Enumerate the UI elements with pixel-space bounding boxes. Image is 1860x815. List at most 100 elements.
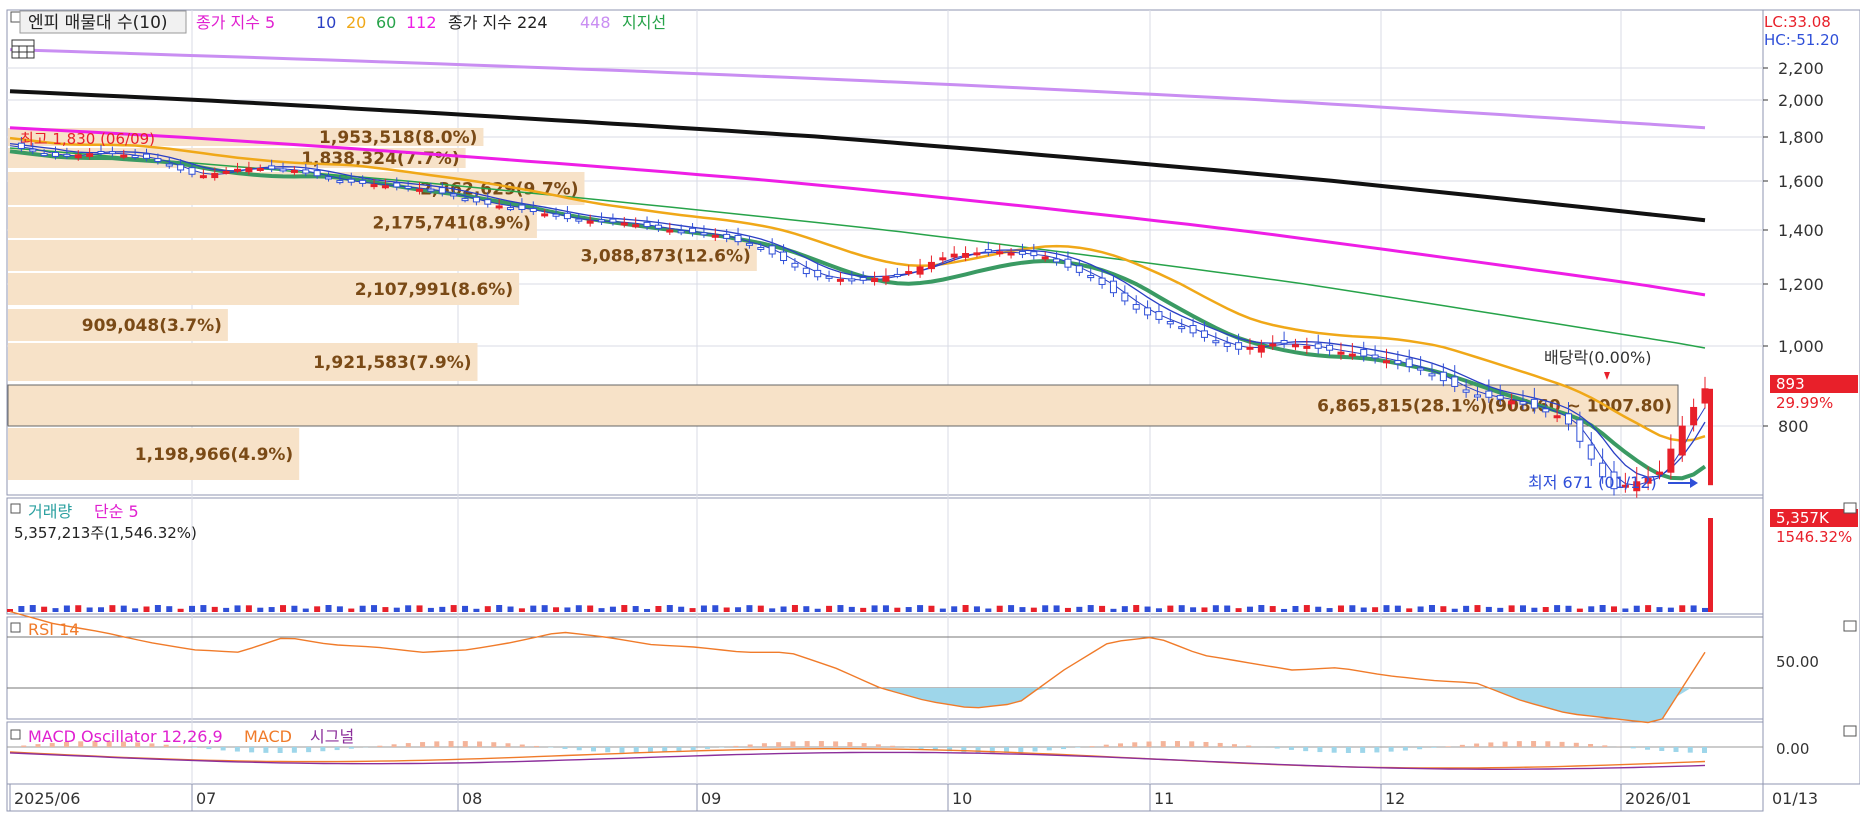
x-tick-label-0: 2025/06 — [14, 789, 80, 808]
volume-bar-29 — [336, 606, 343, 612]
macd-close-icon[interactable] — [1843, 725, 1857, 737]
x-tick-label-5: 11 — [1154, 789, 1174, 808]
volume-bar-32 — [371, 605, 378, 612]
candle-body-36 — [416, 188, 424, 192]
volume-bar-109 — [1246, 606, 1253, 612]
candle-body-66 — [757, 246, 765, 250]
volume-profile-label-9: 1,198,966(4.9%) — [135, 445, 293, 465]
volume-bar-65 — [746, 605, 753, 612]
candle-body-137 — [1564, 413, 1572, 425]
volume-tag-value: 5,357K — [1776, 509, 1830, 527]
volume-bar-36 — [416, 605, 423, 612]
candle-body-146 — [1667, 448, 1675, 473]
candle-body-31 — [359, 179, 367, 184]
volume-last: 5,357,213주(1,546.32%) — [14, 524, 197, 542]
candle-body-81 — [927, 261, 935, 270]
macd-osc-bar-16 — [234, 747, 240, 752]
x-tick-label-3: 09 — [701, 789, 721, 808]
volume-bar-56 — [644, 608, 651, 612]
volume-panel — [6, 497, 1764, 615]
candle-body-85 — [973, 252, 981, 256]
candle-body-27 — [313, 170, 321, 177]
macd-osc-bar-19 — [277, 747, 283, 753]
volume-bar-139 — [1588, 606, 1595, 612]
candle-body-95 — [1087, 274, 1095, 279]
calendar-icon[interactable] — [11, 39, 35, 59]
volume-bar-41 — [473, 608, 480, 612]
y-tick-label-6: 1,000 — [1778, 337, 1824, 356]
legend-support: 지지선 — [622, 13, 666, 32]
candle-body-87 — [996, 251, 1004, 255]
candle-body-55 — [632, 224, 640, 228]
rsi-menu-icon[interactable] — [10, 622, 21, 633]
macd-menu-icon[interactable] — [10, 729, 21, 740]
candle-body-118 — [1348, 353, 1356, 357]
volume-bar-63 — [723, 607, 730, 612]
candle-body-76 — [871, 277, 879, 283]
macd-osc-bar-58 — [833, 741, 839, 747]
legend-ma10: 10 — [316, 13, 336, 32]
macd-osc-bar-119 — [1702, 747, 1707, 753]
legend-ma60: 60 — [376, 13, 396, 32]
candle-body-124 — [1417, 367, 1425, 371]
volume-bar-120 — [1372, 607, 1379, 612]
candle-body-122 — [1394, 360, 1402, 365]
volume-close-icon[interactable] — [1843, 502, 1857, 514]
candle-body-17 — [199, 175, 207, 179]
volume-bar-133 — [1519, 605, 1526, 612]
candle-body-89 — [1018, 250, 1026, 255]
volume-bar-99 — [1133, 605, 1140, 612]
candle-body-30 — [347, 178, 355, 183]
macd-osc-bar-111 — [1588, 743, 1594, 747]
candle-body-43 — [495, 205, 503, 209]
candle-body-38 — [438, 187, 446, 194]
candle-body-7 — [86, 153, 94, 157]
volume-profile-label-3: 2,175,741(8.9%) — [373, 214, 531, 234]
macd-osc-bar-76 — [1089, 746, 1095, 747]
candle-body-145 — [1655, 471, 1663, 475]
volume-bar-18 — [211, 606, 218, 612]
candle-body-92 — [1053, 258, 1061, 263]
candle-body-41 — [472, 196, 480, 203]
rsi-close-icon[interactable] — [1843, 620, 1857, 632]
candle-body-99 — [1132, 304, 1140, 310]
volume-bar-52 — [598, 608, 605, 612]
volume-bar-40 — [462, 605, 469, 612]
macd-osc-bar-96 — [1374, 747, 1380, 753]
candle-body-117 — [1337, 351, 1345, 355]
x-tick-label-1: 07 — [196, 789, 216, 808]
candle-body-133 — [1519, 401, 1527, 405]
macd-osc-bar-60 — [861, 743, 867, 747]
volume-bar-125 — [1428, 605, 1435, 612]
volume-bar-53 — [609, 606, 616, 612]
macd-osc-bar-42 — [605, 747, 611, 753]
candle-last — [1708, 388, 1713, 486]
macd-osc-bar-32 — [462, 741, 468, 747]
volume-bar-85 — [973, 606, 980, 612]
candle-body-23 — [268, 165, 276, 170]
macd-osc-bar-12 — [177, 746, 183, 747]
volume-bar-84 — [962, 605, 969, 612]
candle-body-128 — [1462, 389, 1470, 393]
candle-body-60 — [689, 227, 697, 234]
candle-body-4 — [52, 151, 60, 157]
volume-bar-132 — [1508, 605, 1515, 612]
candle-body-119 — [1360, 349, 1368, 357]
macd-osc-bar-24 — [348, 747, 354, 749]
volume-bar-96 — [1099, 605, 1106, 612]
macd-osc-bar-71 — [1018, 747, 1024, 753]
volume-bar-113 — [1292, 605, 1299, 612]
volume-bar-88 — [1008, 605, 1015, 612]
volume-bar-107 — [1224, 605, 1231, 612]
volume-bar-75 — [860, 607, 867, 612]
candle-body-132 — [1508, 400, 1516, 405]
macd-osc-bar-13 — [192, 747, 198, 748]
volume-bar-82 — [939, 608, 946, 612]
candle-body-40 — [461, 198, 469, 202]
candle-body-101 — [1155, 311, 1163, 320]
legend-ma5: 종가 지수 5 — [196, 13, 275, 32]
candle-body-8 — [97, 150, 105, 154]
price-tag-change: 29.99% — [1776, 394, 1833, 412]
volume-bar-6 — [75, 605, 82, 612]
volume-menu-icon[interactable] — [10, 503, 21, 514]
